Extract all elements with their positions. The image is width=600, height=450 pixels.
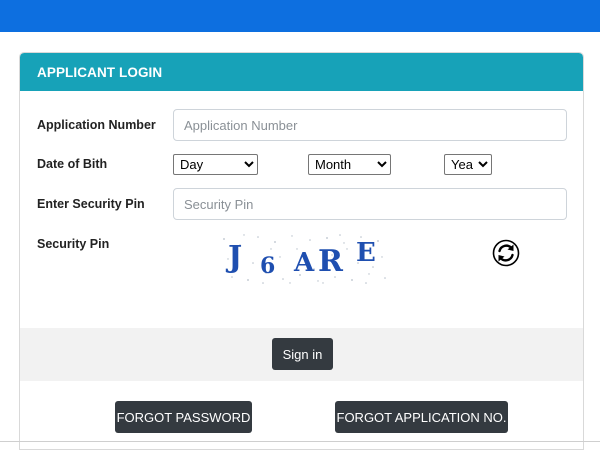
signin-button[interactable]: Sign in: [272, 338, 333, 370]
login-card: APPLICANT LOGIN Application Number Date …: [19, 52, 584, 450]
forgot-password-button[interactable]: FORGOT PASSWORD: [115, 401, 252, 433]
refresh-icon[interactable]: [492, 239, 520, 267]
captcha-glyph: R: [318, 244, 344, 279]
captcha-glyph: E: [356, 238, 376, 268]
dob-label: Date of Bith: [37, 157, 108, 171]
dob-day-select[interactable]: Day: [173, 154, 258, 175]
dob-year-select[interactable]: Year: [444, 154, 492, 175]
security-pin-input[interactable]: [173, 188, 567, 220]
forgot-application-button[interactable]: FORGOT APPLICATION NO.: [335, 401, 508, 433]
dob-month-select[interactable]: Month: [308, 154, 391, 175]
captcha-glyph: J: [225, 240, 242, 275]
captcha-glyph: 6: [260, 253, 275, 279]
card-title: APPLICANT LOGIN: [37, 64, 163, 80]
captcha-image: J 6 A R E: [220, 233, 388, 285]
captcha-glyph: A: [293, 248, 315, 278]
top-navbar: [0, 0, 600, 32]
captcha-label: Security Pin: [37, 237, 110, 251]
application-number-input[interactable]: [173, 109, 567, 141]
security-pin-label: Enter Security Pin: [37, 197, 145, 211]
page-divider: [0, 441, 600, 442]
application-number-label: Application Number: [37, 118, 156, 132]
card-header: APPLICANT LOGIN: [20, 53, 583, 91]
